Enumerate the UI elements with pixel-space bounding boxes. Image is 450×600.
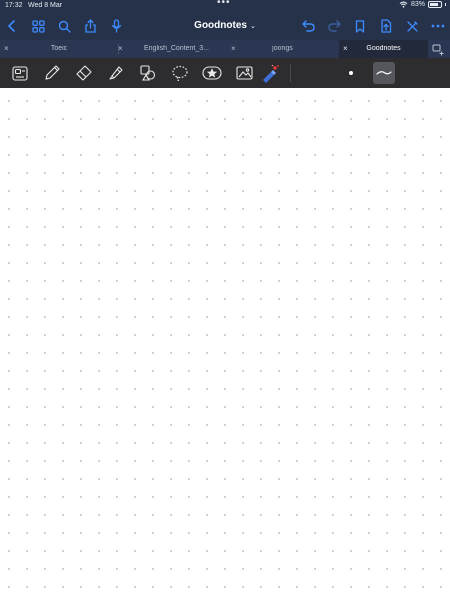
toolbar-divider: [290, 64, 291, 82]
stroke-thin-icon[interactable]: [373, 62, 395, 84]
image-icon[interactable]: [234, 63, 254, 83]
close-icon[interactable]: ×: [118, 44, 123, 53]
multitasking-dots-icon[interactable]: •••: [217, 0, 231, 8]
tab-toeic[interactable]: × Toeic: [0, 40, 118, 58]
bookmark-icon[interactable]: [352, 18, 368, 34]
tab-joongs[interactable]: × joongs: [226, 40, 339, 58]
highlighter-icon[interactable]: [106, 63, 126, 83]
tab-english-content[interactable]: × English_Content_3...: [113, 40, 228, 58]
status-date: Wed 8 Mar: [28, 2, 63, 9]
undo-icon[interactable]: [300, 18, 316, 34]
tab-label: Toeic: [50, 45, 68, 52]
battery-percent: 83%: [410, 1, 425, 8]
more-icon[interactable]: [430, 18, 446, 34]
stroke-dot-icon[interactable]: [341, 63, 361, 83]
dotted-page-canvas[interactable]: [0, 88, 450, 600]
nav-bar: Goodnotes ⌄: [0, 12, 450, 40]
document-title-label: Goodnotes: [194, 20, 247, 31]
shapes-icon[interactable]: [138, 63, 158, 83]
tab-label: English_Content_3...: [144, 45, 209, 52]
battery-icon: [428, 1, 442, 8]
tab-label: joongs: [272, 45, 293, 52]
new-tab-icon[interactable]: [432, 43, 444, 56]
elements-icon[interactable]: [202, 63, 222, 83]
wifi-icon: [399, 1, 408, 8]
lasso-icon[interactable]: [170, 63, 190, 83]
tools-toolbar: [0, 58, 450, 88]
eraser-icon[interactable]: [74, 63, 94, 83]
tab-bar: × Toeic × English_Content_3... × joongs …: [0, 40, 450, 58]
laser-pointer-icon[interactable]: [260, 63, 280, 83]
pen-off-icon[interactable]: [404, 18, 420, 34]
zoom-window-icon[interactable]: [10, 63, 30, 83]
chevron-down-icon: ⌄: [249, 23, 256, 30]
status-right: 83%: [399, 1, 446, 8]
redo-icon[interactable]: [326, 18, 342, 34]
status-time: 17:32: [5, 2, 23, 9]
tab-label: Goodnotes: [366, 45, 401, 52]
tab-goodnotes[interactable]: × Goodnotes: [339, 40, 428, 58]
export-icon[interactable]: [378, 18, 394, 34]
battery-tip: [445, 3, 446, 6]
pen-icon[interactable]: [42, 63, 62, 83]
status-bar: 17:32 Wed 8 Mar ••• 83%: [0, 0, 450, 12]
